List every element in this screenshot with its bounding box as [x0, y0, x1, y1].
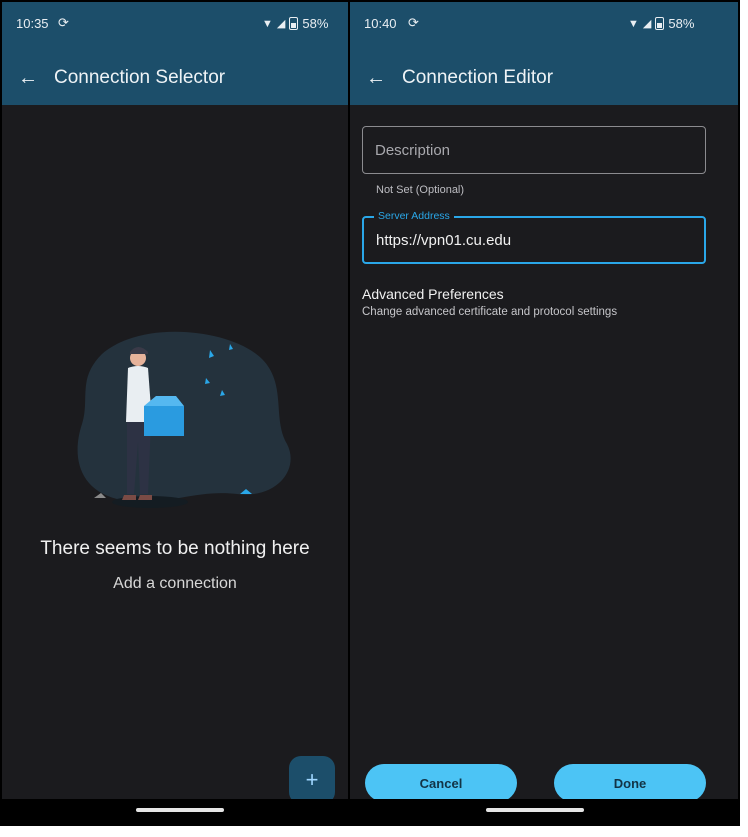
gesture-handle[interactable]	[486, 808, 584, 812]
status-bar: 10:40 ⟳ ▼ ◢ 58%	[350, 2, 738, 46]
server-address-field[interactable]: Server Address	[362, 210, 706, 264]
add-connection-button[interactable]: +	[289, 756, 335, 804]
sync-icon: ⟳	[58, 15, 69, 30]
advanced-preferences-title[interactable]: Advanced Preferences	[362, 286, 504, 302]
description-helper-text: Not Set (Optional)	[376, 184, 465, 196]
description-input[interactable]	[363, 127, 705, 173]
empty-state-title: There seems to be nothing here	[40, 538, 310, 559]
battery-icon	[289, 17, 299, 30]
status-indicators: ▼ ◢ 58%	[262, 16, 328, 31]
empty-state-subtitle: Add a connection	[113, 575, 237, 592]
server-address-label: Server Address	[374, 210, 454, 222]
server-address-input[interactable]	[364, 218, 704, 262]
title-row: ← Connection Editor	[350, 58, 738, 98]
wifi-icon: ▼	[262, 17, 273, 30]
dual-screen-frame: 10:35 ⟳ ▼ ◢ 58% ← Connection Selector Th…	[0, 0, 740, 826]
app-bar: 10:35 ⟳ ▼ ◢ 58% ← Connection Selector	[2, 2, 348, 105]
title-row: ← Connection Selector	[2, 58, 348, 98]
battery-percent: 58%	[302, 16, 329, 31]
connection-selector-screen: 10:35 ⟳ ▼ ◢ 58% ← Connection Selector Th…	[2, 2, 348, 824]
status-time: 10:35	[16, 16, 49, 31]
back-arrow-icon[interactable]: ←	[366, 67, 390, 90]
person-with-box-illustration	[77, 331, 291, 508]
back-arrow-icon[interactable]: ←	[18, 67, 42, 90]
advanced-preferences-subtitle[interactable]: Change advanced certificate and protocol…	[362, 306, 617, 318]
battery-percent: 58%	[668, 16, 695, 31]
status-indicators: ▼ ◢ 58%	[628, 16, 694, 31]
page-title: Connection Selector	[54, 67, 226, 88]
gesture-handle[interactable]	[136, 808, 224, 812]
done-button[interactable]: Done	[554, 764, 706, 802]
status-time: 10:40	[364, 16, 397, 31]
add-icon: +	[305, 767, 319, 792]
navigation-bar	[2, 799, 348, 824]
navigation-bar	[350, 799, 738, 824]
connection-editor-screen: 10:40 ⟳ ▼ ◢ 58% ← Connection Editor Not …	[350, 2, 738, 824]
signal-icon: ◢	[642, 18, 652, 30]
description-field[interactable]	[362, 126, 706, 174]
wifi-icon: ▼	[628, 17, 639, 30]
status-bar: 10:35 ⟳ ▼ ◢ 58%	[2, 2, 348, 46]
sync-icon: ⟳	[408, 15, 419, 30]
signal-icon: ◢	[276, 18, 286, 30]
app-bar: 10:40 ⟳ ▼ ◢ 58% ← Connection Editor	[350, 2, 738, 105]
battery-icon	[655, 17, 665, 30]
cancel-button[interactable]: Cancel	[365, 764, 517, 802]
page-title: Connection Editor	[402, 67, 554, 88]
